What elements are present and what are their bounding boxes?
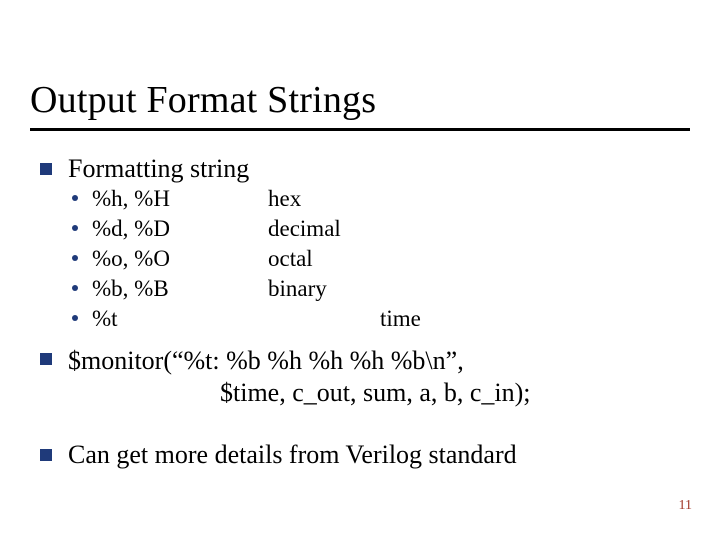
dot-bullet-icon <box>72 255 78 261</box>
format-desc: octal <box>268 244 313 274</box>
bullet-label: Can get more details from Verilog standa… <box>68 440 517 469</box>
square-bullet-icon <box>40 449 52 461</box>
format-code: %d, %D <box>92 214 268 244</box>
square-bullet-icon <box>40 163 52 175</box>
bullet-label: Formatting string <box>68 154 249 183</box>
list-item: %d, %D decimal <box>36 214 690 244</box>
title-underline <box>30 128 690 131</box>
format-desc: time <box>268 304 421 334</box>
page-number: 11 <box>679 498 692 514</box>
list-item: %h, %H hex <box>36 184 690 214</box>
square-bullet-icon <box>40 353 52 365</box>
list-item: %b, %B binary <box>36 274 690 304</box>
format-desc: binary <box>268 274 327 304</box>
format-code: %t <box>92 304 268 334</box>
slide-body: Formatting string %h, %H hex %d, %D deci… <box>40 148 690 470</box>
code-line-1: $monitor(“%t: %b %h %h %h %b\n”, <box>68 346 464 375</box>
dot-bullet-icon <box>72 315 78 321</box>
list-item: %o, %O octal <box>36 244 690 274</box>
slide-title: Output Format Strings <box>30 78 376 122</box>
dot-bullet-icon <box>72 195 78 201</box>
dot-bullet-icon <box>72 285 78 291</box>
format-desc: hex <box>268 184 301 214</box>
format-code: %h, %H <box>92 184 268 214</box>
dot-bullet-icon <box>72 225 78 231</box>
bullet-verilog-standard: Can get more details from Verilog standa… <box>40 440 690 470</box>
format-code: %o, %O <box>92 244 268 274</box>
code-line-2: $time, c_out, sum, a, b, c_in); <box>40 378 690 408</box>
format-code: %b, %B <box>92 274 268 304</box>
list-item: %t time <box>36 304 690 334</box>
bullet-monitor-example: $monitor(“%t: %b %h %h %h %b\n”, <box>40 344 690 378</box>
bullet-formatting-string: Formatting string <box>40 154 690 184</box>
format-desc: decimal <box>268 214 341 244</box>
format-list: %h, %H hex %d, %D decimal %o, %O octal <box>36 184 690 334</box>
